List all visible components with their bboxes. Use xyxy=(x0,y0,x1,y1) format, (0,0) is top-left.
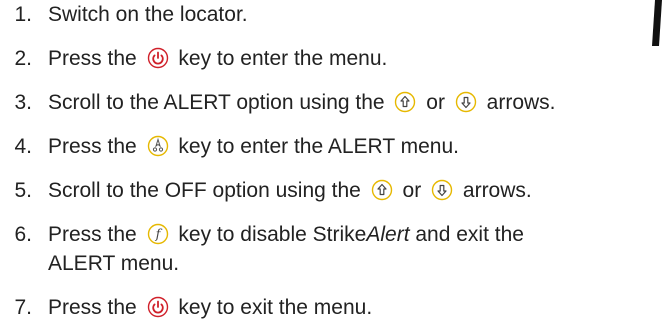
step-text-b2: and exit the xyxy=(415,223,524,246)
up-arrow-icon xyxy=(371,179,393,201)
step-text-mid: or xyxy=(402,179,422,202)
step-text: Press the key to enter the menu. xyxy=(48,46,387,71)
svg-text:f: f xyxy=(154,228,162,243)
step-text-a: Scroll to the OFF option using the xyxy=(48,179,361,202)
step-text: Switch on the locator. xyxy=(48,3,248,26)
step-text-b: key to enter the ALERT menu. xyxy=(178,135,459,158)
step-text-line2: ALERT menu. xyxy=(48,252,180,275)
step-number: 3. xyxy=(14,91,32,114)
step-7: 7. Press the key to exit the menu. xyxy=(0,295,669,320)
step-number: 4. xyxy=(14,135,32,158)
step-text-a: Press the xyxy=(48,135,137,158)
alert-icon xyxy=(147,135,169,157)
step-number: 2. xyxy=(14,47,32,70)
step-text-b: key to exit the menu. xyxy=(178,296,373,319)
step-text-a: Press the xyxy=(48,296,137,319)
step-4: 4. Press the key to enter the ALERT menu… xyxy=(0,134,669,159)
step-text: Scroll to the OFF option using the or ar… xyxy=(48,178,532,203)
step-5: 5. Scroll to the OFF option using the or… xyxy=(0,178,669,203)
step-3: 3. Scroll to the ALERT option using the … xyxy=(0,90,669,115)
up-arrow-icon xyxy=(394,91,416,113)
step-text: Press the key to enter the ALERT menu. xyxy=(48,134,459,159)
step-1: 1. Switch on the locator. xyxy=(0,2,669,27)
power-icon xyxy=(147,296,169,318)
down-arrow-icon xyxy=(431,179,453,201)
step-text: Press the key to exit the menu. xyxy=(48,295,372,320)
function-icon: f xyxy=(147,223,169,245)
step-text-a: Scroll to the ALERT option using the xyxy=(48,91,385,114)
step-number: 1. xyxy=(14,3,32,26)
step-text-italic: Alert xyxy=(366,223,410,246)
step-text-a: Press the xyxy=(48,223,137,246)
step-2: 2. Press the key to enter the menu. xyxy=(0,46,669,71)
step-text-b1: key to disable Strike xyxy=(178,223,367,246)
step-6: 6. Press the f key to disable StrikeAler… xyxy=(0,222,669,247)
step-text-b: arrows. xyxy=(486,91,556,114)
step-text: Press the f key to disable StrikeAlert a… xyxy=(48,222,524,247)
step-text: Scroll to the ALERT option using the or … xyxy=(48,90,556,115)
power-icon xyxy=(147,47,169,69)
step-text-mid: or xyxy=(426,91,445,114)
step-number: 7. xyxy=(14,296,32,319)
step-text-b: key to enter the menu. xyxy=(178,47,388,70)
step-number: 5. xyxy=(14,179,32,202)
step-text-b: arrows. xyxy=(462,179,532,202)
step-number: 6. xyxy=(14,223,32,246)
step-text-a: Press the xyxy=(48,47,137,70)
step-6-continuation: ALERT menu. xyxy=(0,251,669,276)
down-arrow-icon xyxy=(455,91,477,113)
